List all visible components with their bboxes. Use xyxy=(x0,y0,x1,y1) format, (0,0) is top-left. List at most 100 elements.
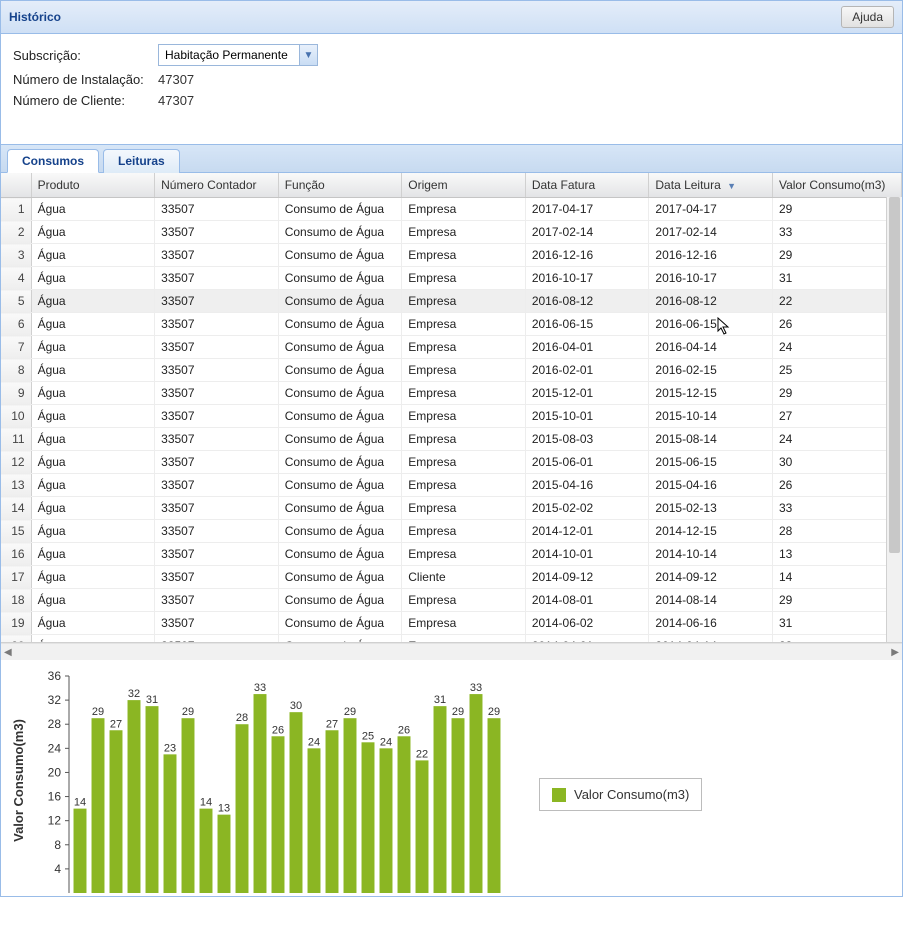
table-row[interactable]: 4Água33507Consumo de ÁguaEmpresa2016-10-… xyxy=(1,267,902,290)
svg-text:14: 14 xyxy=(200,797,212,809)
chart-area: 4812162024283236Valor Consumo(m3)1429273… xyxy=(1,660,902,896)
table-row[interactable]: 5Água33507Consumo de ÁguaEmpresa2016-08-… xyxy=(1,290,902,313)
cell-produto: Água xyxy=(31,267,155,290)
cell-fatura: 2016-08-12 xyxy=(525,290,649,313)
svg-text:16: 16 xyxy=(48,790,62,804)
col-rownum[interactable] xyxy=(1,173,31,198)
table-row[interactable]: 17Água33507Consumo de ÁguaCliente2014-09… xyxy=(1,566,902,589)
cell-rownum: 7 xyxy=(1,336,31,359)
cell-contador: 33507 xyxy=(155,589,279,612)
svg-text:29: 29 xyxy=(344,706,356,718)
cell-origem: Cliente xyxy=(402,566,526,589)
svg-text:22: 22 xyxy=(416,748,428,760)
table-row[interactable]: 9Água33507Consumo de ÁguaEmpresa2015-12-… xyxy=(1,382,902,405)
cell-origem: Empresa xyxy=(402,244,526,267)
col-produto[interactable]: Produto xyxy=(31,173,155,198)
table-row[interactable]: 19Água33507Consumo de ÁguaEmpresa2014-06… xyxy=(1,612,902,635)
svg-text:36: 36 xyxy=(48,669,62,683)
vertical-scrollbar[interactable] xyxy=(886,197,902,642)
cell-leitura: 2015-06-15 xyxy=(649,451,773,474)
table-row[interactable]: 6Água33507Consumo de ÁguaEmpresa2016-06-… xyxy=(1,313,902,336)
svg-text:28: 28 xyxy=(48,717,62,731)
cell-contador: 33507 xyxy=(155,313,279,336)
cell-fatura: 2016-02-01 xyxy=(525,359,649,382)
cell-valor: 13 xyxy=(772,543,901,566)
subscricao-input[interactable] xyxy=(159,45,299,65)
col-funcao[interactable]: Função xyxy=(278,173,402,198)
table-row[interactable]: 14Água33507Consumo de ÁguaEmpresa2015-02… xyxy=(1,497,902,520)
sort-desc-icon: ▼ xyxy=(727,181,736,191)
svg-text:28: 28 xyxy=(236,712,248,724)
table-row[interactable]: 18Água33507Consumo de ÁguaEmpresa2014-08… xyxy=(1,589,902,612)
cell-funcao: Consumo de Água xyxy=(278,589,402,612)
cell-fatura: 2015-12-01 xyxy=(525,382,649,405)
tab-leituras[interactable]: Leituras xyxy=(103,149,180,173)
cell-fatura: 2014-08-01 xyxy=(525,589,649,612)
table-row[interactable]: 16Água33507Consumo de ÁguaEmpresa2014-10… xyxy=(1,543,902,566)
svg-text:29: 29 xyxy=(92,706,104,718)
cell-funcao: Consumo de Água xyxy=(278,359,402,382)
col-origem[interactable]: Origem xyxy=(402,173,526,198)
cell-rownum: 1 xyxy=(1,198,31,221)
cell-rownum: 13 xyxy=(1,474,31,497)
svg-text:32: 32 xyxy=(128,688,140,700)
table-row[interactable]: 3Água33507Consumo de ÁguaEmpresa2016-12-… xyxy=(1,244,902,267)
scroll-thumb[interactable] xyxy=(889,197,900,553)
cell-origem: Empresa xyxy=(402,451,526,474)
cell-produto: Água xyxy=(31,543,155,566)
cell-valor: 31 xyxy=(772,267,901,290)
scroll-right-icon[interactable]: ▶ xyxy=(891,647,899,658)
cell-contador: 33507 xyxy=(155,244,279,267)
tab-consumos[interactable]: Consumos xyxy=(7,149,99,173)
cell-fatura: 2015-02-02 xyxy=(525,497,649,520)
table-row[interactable]: 11Água33507Consumo de ÁguaEmpresa2015-08… xyxy=(1,428,902,451)
cell-funcao: Consumo de Água xyxy=(278,221,402,244)
cell-origem: Empresa xyxy=(402,313,526,336)
svg-text:27: 27 xyxy=(326,718,338,730)
table-row[interactable]: 15Água33507Consumo de ÁguaEmpresa2014-12… xyxy=(1,520,902,543)
svg-text:14: 14 xyxy=(74,797,86,809)
svg-text:20: 20 xyxy=(48,765,62,779)
cell-leitura: 2017-02-14 xyxy=(649,221,773,244)
cell-valor: 29 xyxy=(772,244,901,267)
table-row[interactable]: 13Água33507Consumo de ÁguaEmpresa2015-04… xyxy=(1,474,902,497)
col-fatura[interactable]: Data Fatura xyxy=(525,173,649,198)
cell-rownum: 11 xyxy=(1,428,31,451)
cell-valor: 33 xyxy=(772,221,901,244)
table-row[interactable]: 7Água33507Consumo de ÁguaEmpresa2016-04-… xyxy=(1,336,902,359)
cell-produto: Água xyxy=(31,474,155,497)
cell-funcao: Consumo de Água xyxy=(278,336,402,359)
table-row[interactable]: 20Água33507Consumo de ÁguaEmpresa2014-04… xyxy=(1,635,902,644)
table-row[interactable]: 1Água33507Consumo de ÁguaEmpresa2017-04-… xyxy=(1,198,902,221)
cell-funcao: Consumo de Água xyxy=(278,405,402,428)
cell-origem: Empresa xyxy=(402,336,526,359)
col-valor[interactable]: Valor Consumo(m3) xyxy=(772,173,901,198)
cell-contador: 33507 xyxy=(155,543,279,566)
cell-funcao: Consumo de Água xyxy=(278,612,402,635)
cell-contador: 33507 xyxy=(155,428,279,451)
chevron-down-icon: ▼ xyxy=(304,50,314,61)
cell-contador: 33507 xyxy=(155,566,279,589)
cell-fatura: 2015-04-16 xyxy=(525,474,649,497)
svg-text:24: 24 xyxy=(380,736,392,748)
col-leitura[interactable]: Data Leitura ▼ xyxy=(649,173,773,198)
subscricao-combo[interactable]: ▼ xyxy=(158,44,318,66)
cell-leitura: 2016-02-15 xyxy=(649,359,773,382)
cell-leitura: 2014-12-15 xyxy=(649,520,773,543)
horizontal-scrollbar[interactable]: ◀ ▶ xyxy=(1,643,902,660)
table-row[interactable]: 8Água33507Consumo de ÁguaEmpresa2016-02-… xyxy=(1,359,902,382)
table-row[interactable]: 10Água33507Consumo de ÁguaEmpresa2015-10… xyxy=(1,405,902,428)
scroll-left-icon[interactable]: ◀ xyxy=(4,647,12,658)
cell-contador: 33507 xyxy=(155,290,279,313)
cell-produto: Água xyxy=(31,198,155,221)
cell-rownum: 14 xyxy=(1,497,31,520)
cell-funcao: Consumo de Água xyxy=(278,428,402,451)
cell-fatura: 2016-06-15 xyxy=(525,313,649,336)
table-row[interactable]: 2Água33507Consumo de ÁguaEmpresa2017-02-… xyxy=(1,221,902,244)
help-button[interactable]: Ajuda xyxy=(841,6,894,28)
cell-fatura: 2014-06-02 xyxy=(525,612,649,635)
table-row[interactable]: 12Água33507Consumo de ÁguaEmpresa2015-06… xyxy=(1,451,902,474)
col-contador[interactable]: Número Contador xyxy=(155,173,279,198)
legend-label: Valor Consumo(m3) xyxy=(574,787,689,802)
combo-trigger[interactable]: ▼ xyxy=(299,45,317,65)
